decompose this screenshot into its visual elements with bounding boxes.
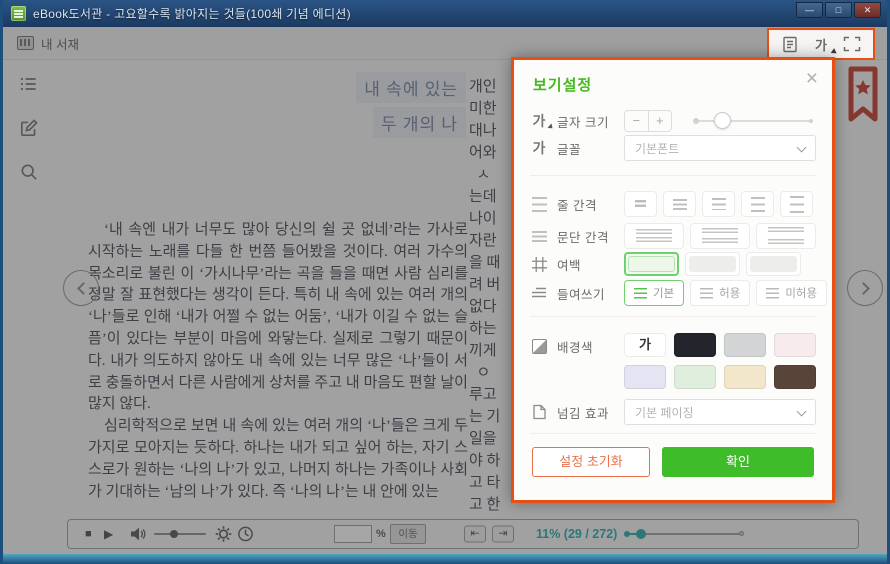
window-title: eBook도서관 - 고요할수록 밝아지는 것들(100쇄 기념 에디션) [33,5,351,22]
indent-option-label: 미허용 [785,285,817,301]
indent-option[interactable]: 허용 [690,280,750,306]
titlebar: eBook도서관 - 고요할수록 밝아지는 것들(100쇄 기념 에디션) — … [3,0,887,27]
margin-option-3[interactable] [746,252,801,276]
bg-color-swatch[interactable]: 가 [624,333,666,357]
close-panel-icon[interactable]: × [806,68,818,89]
page-turn-value: 기본 페이징 [635,404,694,421]
font-size-row: 가 글자 크기 − + [530,107,816,135]
reading-note-icon[interactable] [780,34,800,54]
divider [530,316,816,317]
font-family-row: 가 글꼴 기본폰트 [530,134,816,162]
font-family-label: 글꼴 [557,139,581,158]
divider [530,433,816,434]
app-window: eBook도서관 - 고요할수록 밝아지는 것들(100쇄 기념 에디션) — … [0,0,890,564]
confirm-button[interactable]: 확인 [662,447,814,477]
reset-settings-button[interactable]: 설정 초기화 [532,447,650,477]
view-settings-panel: 보기설정 × 가 글자 크기 − + 가 글꼴 [511,57,835,503]
chevron-down-icon [797,407,807,417]
font-family-icon: 가 [530,139,548,157]
view-settings-icon[interactable]: 가 [811,34,831,54]
indent-option-icon [634,288,647,299]
line-spacing-options [624,191,816,217]
margin-icon [530,255,548,273]
font-family-select[interactable]: 기본폰트 [624,135,816,161]
font-family-value: 기본폰트 [635,140,679,157]
paragraph-spacing-icon [530,227,548,245]
divider [530,175,816,176]
margin-options [624,252,816,276]
indent-option-icon [700,288,713,299]
indent-options: 기본 허용 미허용 [624,280,827,306]
paragraph-spacing-label: 문단 간격 [557,227,609,246]
maximize-button[interactable]: □ [825,2,852,18]
background-color-label: 배경색 [557,337,593,356]
indent-option-icon [766,288,779,299]
margin-row: 여백 [530,251,816,277]
line-spacing-row: 줄 간격 [530,191,816,217]
window-controls: — □ ✕ [796,2,881,18]
bg-color-swatch[interactable] [674,333,716,357]
font-size-decrease-button[interactable]: − [625,111,649,131]
panel-buttons: 설정 초기화 확인 [514,447,832,477]
line-spacing-option-5[interactable] [780,191,813,217]
page-turn-select[interactable]: 기본 페이징 [624,399,816,425]
close-window-button[interactable]: ✕ [854,2,881,18]
line-spacing-icon [530,195,548,213]
panel-title: 보기설정 [533,74,592,95]
bg-color-swatch[interactable] [624,365,666,389]
background-color-swatches: 가 [624,333,816,389]
window-bottom-border [3,554,887,564]
paragraph-spacing-option-1[interactable] [624,223,684,249]
page-turn-label: 넘김 효과 [557,403,609,422]
font-size-slider[interactable] [694,120,812,122]
indent-option-label: 기본 [653,285,674,301]
minimize-button[interactable]: — [796,2,823,18]
line-spacing-option-3[interactable] [702,191,735,217]
indent-row: 들여쓰기 기본 허용 미허용 [530,280,816,306]
font-size-slider-start-dot [693,118,699,124]
font-size-stepper: − + [624,110,672,132]
view-tools-highlight-box: 가 [767,28,875,60]
indent-option-label: 허용 [719,285,740,301]
chevron-down-icon [797,143,807,153]
background-color-icon [530,338,548,356]
line-spacing-option-4[interactable] [741,191,774,217]
page-turn-row: 넘김 효과 기본 페이징 [530,398,816,426]
margin-option-1[interactable] [624,252,679,276]
bg-color-swatch[interactable] [674,365,716,389]
fullscreen-icon[interactable] [842,34,862,54]
margin-label: 여백 [557,255,581,274]
indent-label: 들여쓰기 [557,284,605,303]
background-color-row: 배경색 가 [530,333,816,389]
paragraph-spacing-options [624,223,816,249]
indent-option[interactable]: 미허용 [756,280,827,306]
paragraph-spacing-row: 문단 간격 [530,223,816,249]
font-size-icon: 가 [530,112,548,130]
bg-color-swatch[interactable] [724,333,766,357]
font-size-increase-button[interactable]: + [649,111,672,131]
app-icon [11,6,26,21]
indent-option[interactable]: 기본 [624,280,684,306]
bg-color-swatch[interactable] [724,365,766,389]
bg-color-swatch[interactable] [774,333,816,357]
line-spacing-option-2[interactable] [663,191,696,217]
page-turn-icon [530,403,548,421]
font-size-slider-handle[interactable] [714,112,731,129]
paragraph-spacing-option-2[interactable] [690,223,750,249]
font-size-slider-end-dot [809,119,813,123]
paragraph-spacing-option-3[interactable] [756,223,816,249]
line-spacing-label: 줄 간격 [557,195,597,214]
font-size-label: 글자 크기 [557,112,609,131]
indent-icon [530,284,548,302]
bg-color-swatch[interactable] [774,365,816,389]
margin-option-2[interactable] [685,252,740,276]
line-spacing-option-1[interactable] [624,191,657,217]
